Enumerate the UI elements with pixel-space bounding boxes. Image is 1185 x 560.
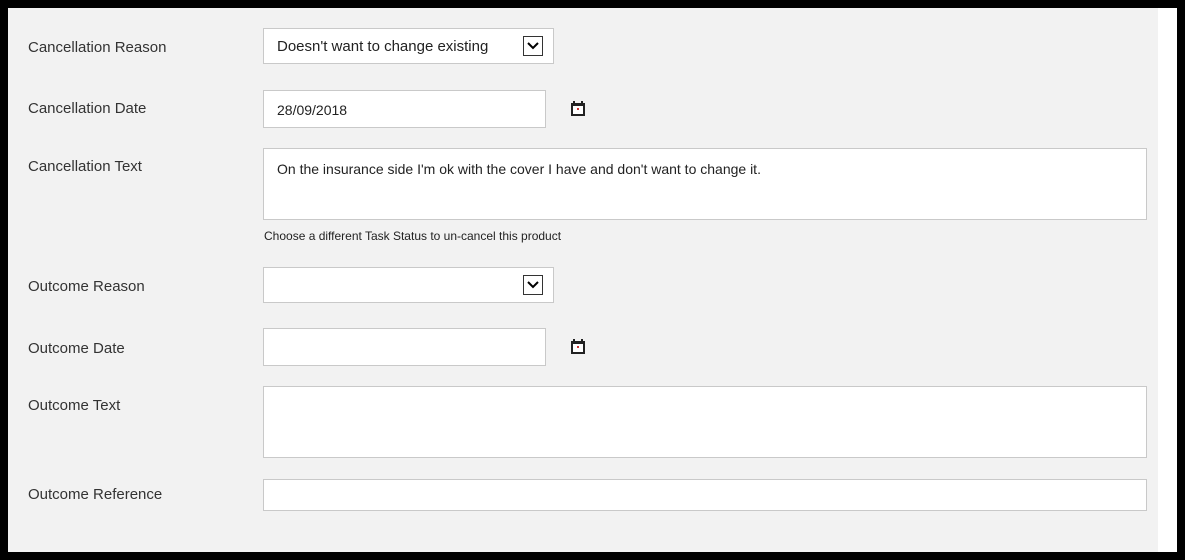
calendar-icon[interactable] <box>570 101 586 117</box>
right-margin <box>1158 8 1177 552</box>
calendar-icon[interactable] <box>570 339 586 355</box>
outcome-date-label: Outcome Date <box>28 340 125 357</box>
cancellation-text-area[interactable]: On the insurance side I'm ok with the co… <box>263 148 1147 220</box>
chevron-down-icon[interactable] <box>523 36 543 56</box>
chevron-down-icon[interactable] <box>523 275 543 295</box>
form-panel: Cancellation Reason Doesn't want to chan… <box>8 8 1158 552</box>
outcome-text-label: Outcome Text <box>28 397 121 414</box>
cancellation-date-label: Cancellation Date <box>28 100 147 117</box>
outcome-reason-select[interactable] <box>263 267 554 303</box>
cancellation-text-value: On the insurance side I'm ok with the co… <box>277 161 761 177</box>
cancellation-reason-value: Doesn't want to change existing <box>277 38 489 55</box>
cancellation-date-value: 28/09/2018 <box>277 102 348 118</box>
outcome-date-input[interactable] <box>263 328 546 366</box>
outcome-reference-label: Outcome Reference <box>28 486 163 503</box>
cancellation-text-label: Cancellation Text <box>28 158 142 175</box>
outcome-reason-label: Outcome Reason <box>28 278 145 295</box>
outcome-text-area[interactable] <box>263 386 1147 458</box>
uncancel-hint: Choose a different Task Status to un-can… <box>264 229 562 243</box>
cancellation-date-input[interactable]: 28/09/2018 <box>263 90 546 128</box>
cancellation-reason-label: Cancellation Reason <box>28 39 167 56</box>
cancellation-reason-select[interactable]: Doesn't want to change existing <box>263 28 554 64</box>
outcome-reference-input[interactable] <box>263 479 1147 511</box>
